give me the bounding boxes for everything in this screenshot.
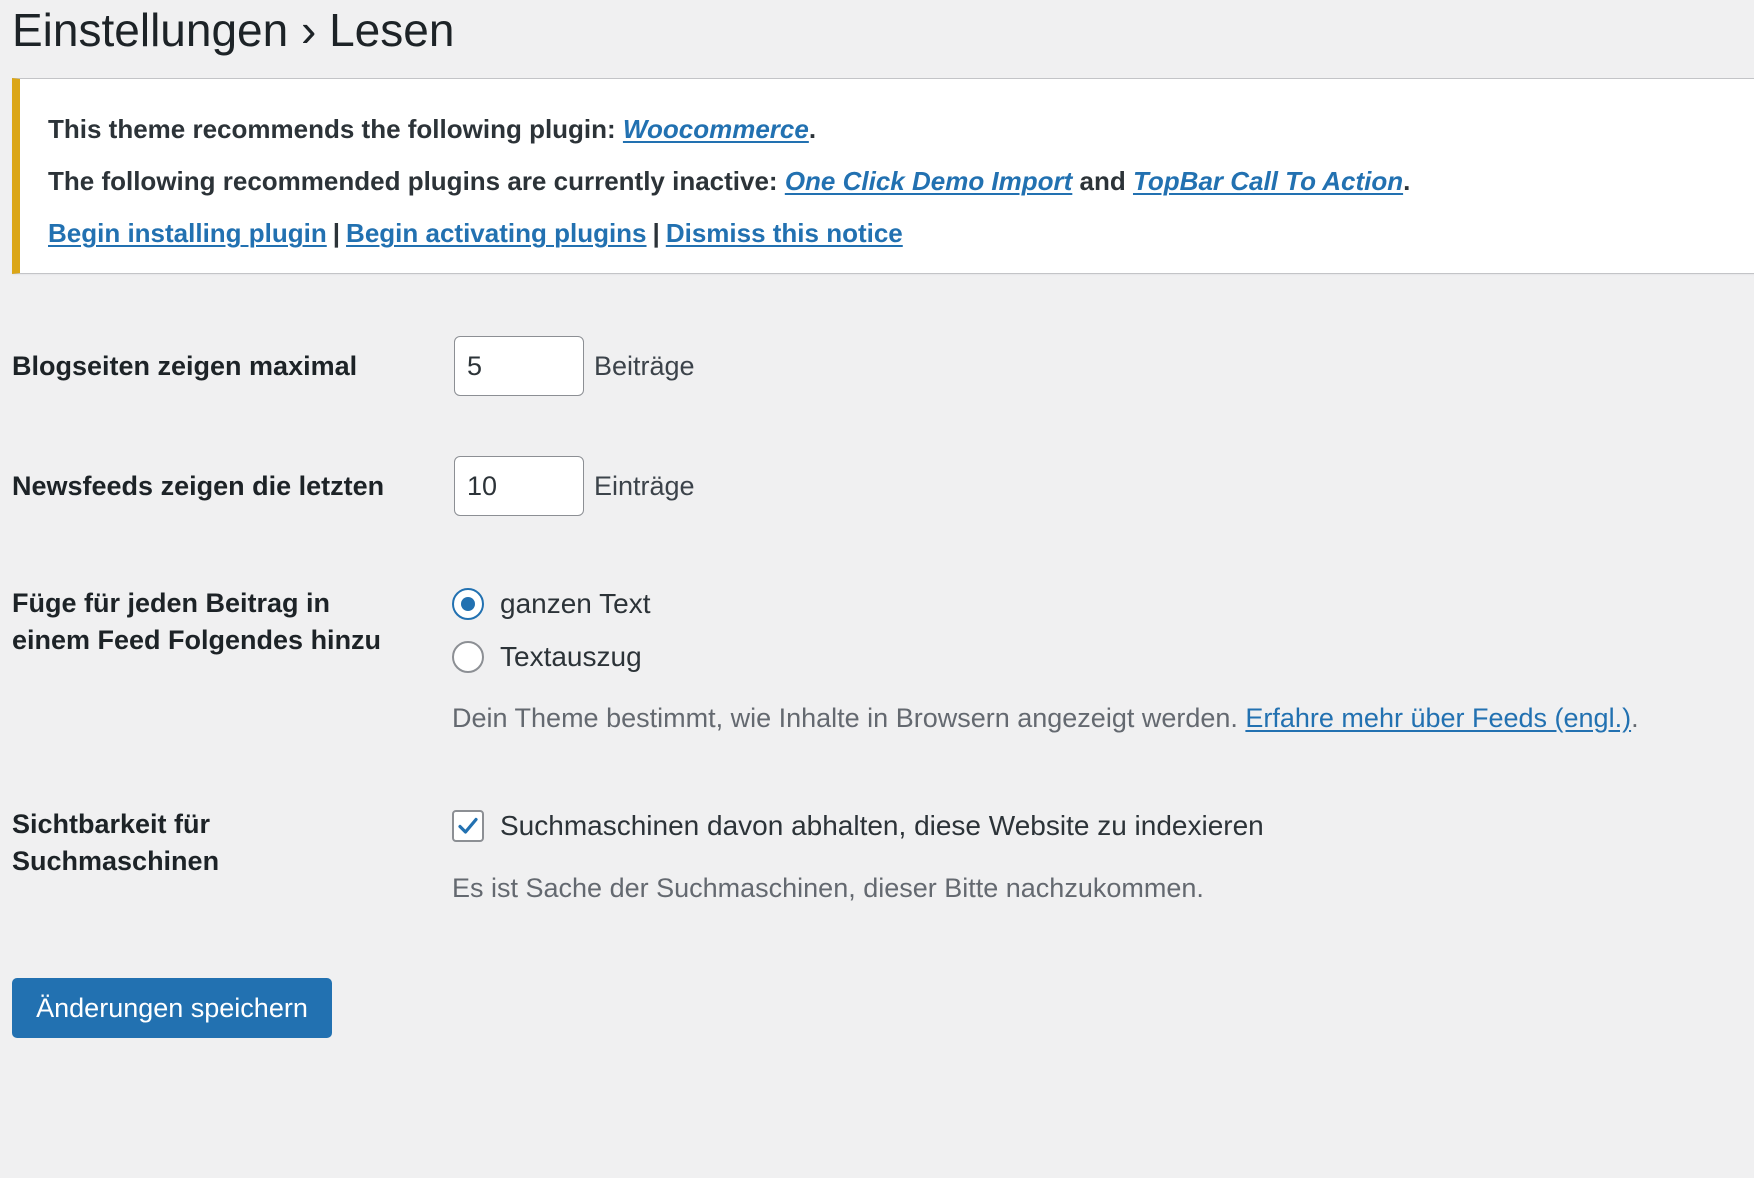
feed-description: Dein Theme bestimmt, wie Inhalte in Brow… — [452, 700, 1639, 736]
dismiss-notice-link[interactable]: Dismiss this notice — [666, 218, 903, 248]
notice-separator: | — [332, 218, 341, 248]
posts-per-page-unit: Beiträge — [594, 351, 695, 381]
notice-actions: Begin installing plugin | Begin activating… — [48, 217, 903, 249]
full-text-radio-label[interactable]: ganzen Text — [500, 586, 651, 622]
topbar-call-to-action-link[interactable]: TopBar Call To Action — [1133, 166, 1403, 196]
posts-per-page-input[interactable] — [454, 336, 584, 396]
discourage-search-engines-label[interactable]: Suchmaschinen davon abhalten, diese Webs… — [500, 808, 1264, 844]
excerpt-radio[interactable] — [452, 641, 484, 673]
notice-recommend-text: This theme recommends the following plug… — [48, 114, 623, 144]
notice-inactive-text: The following recommended plugins are cu… — [48, 166, 785, 196]
plugin-notice: This theme recommends the following plug… — [12, 78, 1754, 274]
posts-per-page-label: Blogseiten zeigen maximal — [12, 351, 358, 381]
search-visibility-label-line1: Sichtbarkeit für — [12, 809, 211, 839]
posts-per-rss-label: Newsfeeds zeigen die letzten — [12, 471, 385, 501]
search-visibility-label-line2: Suchmaschinen — [12, 846, 220, 876]
posts-per-rss-unit: Einträge — [594, 471, 695, 501]
begin-installing-plugin-link[interactable]: Begin installing plugin — [48, 218, 327, 248]
begin-activating-plugins-link[interactable]: Begin activating plugins — [346, 218, 646, 248]
page-title: Einstellungen › Lesen — [12, 4, 455, 56]
feed-description-suffix: . — [1631, 703, 1639, 733]
checkmark-icon — [458, 817, 478, 834]
feed-description-text: Dein Theme bestimmt, wie Inhalte in Brow… — [452, 703, 1246, 733]
one-click-demo-import-link[interactable]: One Click Demo Import — [785, 166, 1073, 196]
full-text-radio[interactable] — [452, 588, 484, 620]
posts-per-rss-input[interactable] — [454, 456, 584, 516]
feed-content-label-line2: einem Feed Folgendes hinzu — [12, 625, 382, 655]
woocommerce-link[interactable]: Woocommerce — [623, 114, 809, 144]
reading-settings-page: Einstellungen › Lesen This theme recomme… — [0, 0, 1754, 1178]
notice-recommend-line: This theme recommends the following plug… — [48, 113, 816, 145]
notice-inactive-line: The following recommended plugins are cu… — [48, 165, 1410, 197]
notice-inactive-and: and — [1072, 166, 1133, 196]
save-changes-button[interactable]: Änderungen speichern — [12, 978, 332, 1038]
search-visibility-description: Es ist Sache der Suchmaschinen, dieser B… — [452, 873, 1204, 903]
feed-content-label-line1: Füge für jeden Beitrag in — [12, 588, 331, 618]
notice-recommend-suffix: . — [808, 114, 817, 144]
notice-separator: | — [652, 218, 660, 248]
excerpt-radio-label[interactable]: Textauszug — [500, 639, 642, 675]
discourage-search-engines-checkbox[interactable] — [452, 810, 484, 842]
learn-more-feeds-link[interactable]: Erfahre mehr über Feeds (engl.) — [1245, 703, 1631, 733]
notice-inactive-suffix: . — [1403, 166, 1411, 196]
